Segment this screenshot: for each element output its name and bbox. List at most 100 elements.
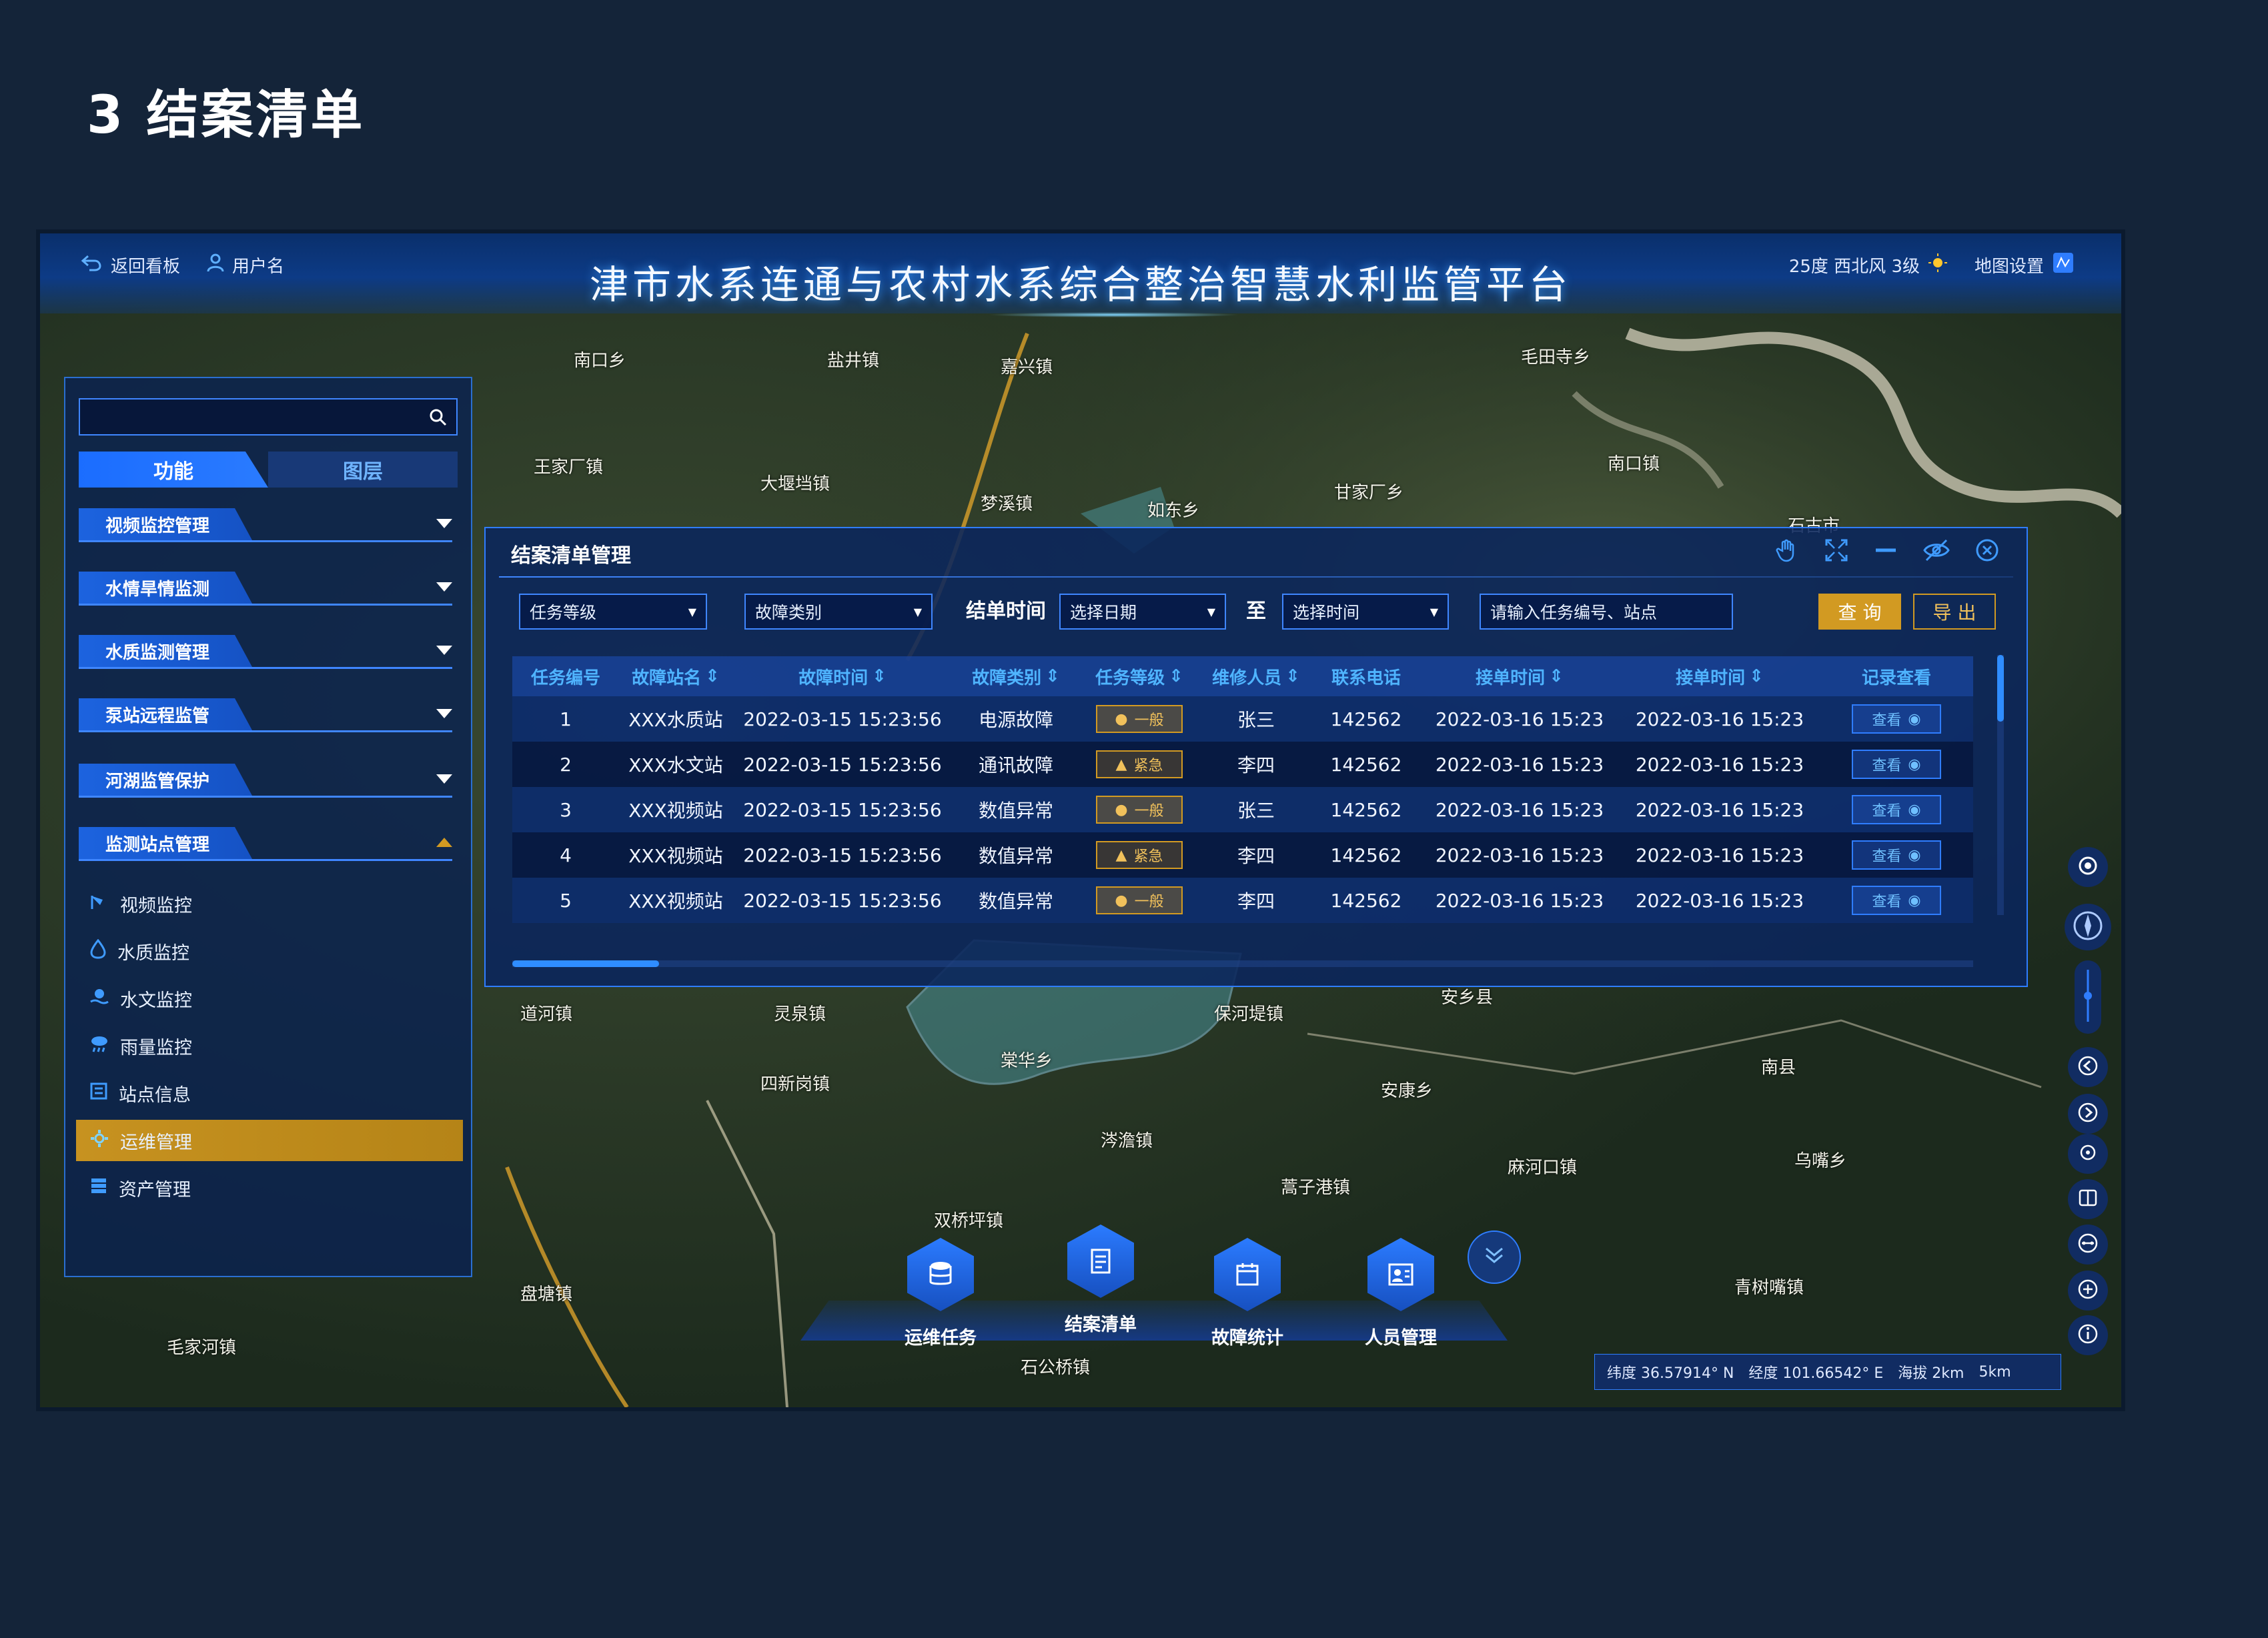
- date-picker[interactable]: 选择日期 ▼: [1059, 594, 1226, 630]
- task-level: ▲ 紧急: [1079, 841, 1199, 869]
- view-button[interactable]: 查看 ◉: [1852, 704, 1941, 734]
- chevron-down-icon[interactable]: [435, 708, 454, 722]
- column-header[interactable]: 故障站名 ⇕: [619, 664, 732, 689]
- export-button[interactable]: 导 出: [1913, 594, 1996, 630]
- search-icon[interactable]: [428, 407, 448, 430]
- query-button[interactable]: 查 询: [1818, 594, 1901, 630]
- sort-icon[interactable]: ⇕: [1749, 666, 1764, 686]
- sort-icon[interactable]: ⇕: [1169, 666, 1183, 686]
- chevron-down-icon[interactable]: [435, 581, 454, 596]
- hand-icon[interactable]: [1774, 538, 1800, 566]
- view-button[interactable]: 查看 ◉: [1852, 795, 1941, 824]
- menu-group-hydrology[interactable]: 水情旱情监测: [79, 572, 458, 609]
- zoom-in-button[interactable]: [2068, 1271, 2108, 1311]
- sort-icon[interactable]: ⇕: [1549, 666, 1564, 686]
- task-level-select[interactable]: 任务等级 ▼: [519, 594, 707, 630]
- time-picker[interactable]: 选择时间 ▼: [1282, 594, 1449, 630]
- menu-group-monitoring-sites[interactable]: 监测站点管理: [79, 827, 458, 864]
- compass-button[interactable]: [2065, 904, 2111, 950]
- dock-item-staff-management[interactable]: 人员管理: [1347, 1238, 1454, 1349]
- sidebar-item-station-info[interactable]: 站点信息: [76, 1072, 463, 1114]
- latitude-readout: 纬度 36.57914° N: [1607, 1365, 1734, 1382]
- column-header[interactable]: 接单时间 ⇕: [1620, 664, 1820, 689]
- tab-function[interactable]: 功能: [79, 452, 268, 488]
- search-input[interactable]: [80, 399, 456, 434]
- sort-icon[interactable]: ⇕: [705, 666, 720, 686]
- accept-time: 2022-03-16 15:23: [1635, 844, 1804, 866]
- table-row[interactable]: 4 XXX视频站 2022-03-15 15:23:56 数值异常 ▲ 紧急 李四…: [512, 832, 1973, 878]
- accept-time: 2022-03-16 15:23: [1635, 753, 1804, 776]
- chevron-down-icon[interactable]: [435, 773, 454, 788]
- info-button[interactable]: [2068, 1315, 2108, 1355]
- tab-layer[interactable]: 图层: [268, 452, 458, 488]
- sidebar-item-video-monitor[interactable]: 视频监控: [76, 883, 463, 924]
- map-label: 甘家厂乡: [1334, 483, 1404, 503]
- position-button[interactable]: [2068, 1134, 2108, 1174]
- column-header[interactable]: 维修人员 ⇕: [1199, 664, 1313, 689]
- table-row[interactable]: 5 XXX视频站 2022-03-15 15:23:56 数值异常 ● 一般 李四…: [512, 878, 1973, 923]
- menu-divider: [79, 604, 452, 606]
- table-row[interactable]: 2 XXX水文站 2022-03-15 15:23:56 通讯故障 ▲ 紧急 李四…: [512, 742, 1973, 787]
- scrollbar-thumb[interactable]: [512, 960, 659, 967]
- scrollbar-thumb[interactable]: [1997, 655, 2004, 722]
- sort-icon[interactable]: ⇕: [1285, 666, 1300, 686]
- menu-group-water-quality[interactable]: 水质监测管理: [79, 635, 458, 672]
- chevron-up-icon[interactable]: [435, 836, 454, 851]
- info-icon: [2077, 1323, 2099, 1348]
- task-search-input[interactable]: 请输入任务编号、站点: [1480, 594, 1733, 630]
- menu-group-river-lake[interactable]: 河湖监管保护: [79, 764, 458, 801]
- fault-type-value: 故障类别: [755, 603, 822, 622]
- accept-time: 2022-03-16 15:23: [1435, 798, 1604, 821]
- measure-button[interactable]: [2068, 1224, 2108, 1265]
- column-header[interactable]: 任务等级 ⇕: [1079, 664, 1199, 689]
- table-row[interactable]: 3 XXX视频站 2022-03-15 15:23:56 数值异常 ● 一般 张三…: [512, 787, 1973, 832]
- fullscreen-icon[interactable]: [1824, 538, 1849, 566]
- station-name: XXX视频站: [628, 800, 723, 822]
- fault-type: 数值异常: [978, 890, 1053, 912]
- column-header[interactable]: 接单时间 ⇕: [1420, 664, 1620, 689]
- sidebar-item-hydrology[interactable]: 水文监控: [76, 978, 463, 1019]
- sidebar-item-water-quality[interactable]: 水质监控: [76, 930, 463, 972]
- table-row[interactable]: 1 XXX水质站 2022-03-15 15:23:56 电源故障 ● 一般 张三…: [512, 696, 1973, 742]
- sidebar-item-maintenance[interactable]: 运维管理: [76, 1120, 463, 1161]
- hide-icon[interactable]: [1922, 538, 1950, 566]
- chevron-down-icon[interactable]: [435, 644, 454, 659]
- back-button[interactable]: [2068, 1047, 2108, 1087]
- dock-collapse-button[interactable]: [1468, 1231, 1521, 1284]
- sidebar-search: [79, 398, 458, 436]
- minimize-icon[interactable]: [1873, 538, 1898, 566]
- asset-icon: [89, 1176, 108, 1200]
- sidebar-item-label: 视频监控: [120, 895, 192, 916]
- view-button[interactable]: 查看 ◉: [1852, 886, 1941, 915]
- view-button[interactable]: 查看 ◉: [1852, 840, 1941, 870]
- horizontal-scrollbar[interactable]: [512, 960, 1973, 967]
- menu-group-video[interactable]: 视频监控管理: [79, 508, 458, 546]
- dock-item-fault-stats[interactable]: 故障统计: [1194, 1238, 1301, 1349]
- column-header[interactable]: 故障时间 ⇕: [732, 664, 953, 689]
- split-view-button[interactable]: [2068, 1179, 2108, 1219]
- sort-icon[interactable]: ⇕: [1045, 666, 1060, 686]
- zoom-slider[interactable]: [2075, 960, 2101, 1034]
- altitude-readout: 海拔 2km: [1898, 1365, 1964, 1382]
- sort-icon[interactable]: ⇕: [872, 666, 887, 686]
- menu-group-pump-station[interactable]: 泵站远程监管: [79, 698, 458, 736]
- chevron-down-icon[interactable]: [435, 518, 454, 532]
- dock-item-maintenance-task[interactable]: 运维任务: [887, 1238, 994, 1349]
- map-settings-button[interactable]: 地图设置: [1974, 251, 2075, 279]
- dropdown-caret-icon: ▼: [913, 605, 922, 618]
- view-button[interactable]: 查看 ◉: [1852, 750, 1941, 779]
- fault-type-select[interactable]: 故障类别 ▼: [744, 594, 933, 630]
- info-icon: ●: [1115, 801, 1128, 818]
- sun-icon: [1928, 253, 1948, 277]
- compass-icon: [2071, 909, 2105, 945]
- dock-item-case-closure[interactable]: 结案清单: [1047, 1224, 1154, 1336]
- close-icon[interactable]: [1974, 538, 2000, 566]
- vertical-scrollbar[interactable]: [1997, 655, 2004, 915]
- sidebar-item-rainfall[interactable]: 雨量监控: [76, 1025, 463, 1066]
- fault-type: 电源故障: [978, 709, 1053, 731]
- document-icon: [1067, 1224, 1134, 1298]
- sidebar-item-assets[interactable]: 资产管理: [76, 1167, 463, 1208]
- locate-button[interactable]: [2068, 847, 2108, 887]
- column-header[interactable]: 故障类别 ⇕: [953, 664, 1079, 689]
- forward-button[interactable]: [2068, 1094, 2108, 1134]
